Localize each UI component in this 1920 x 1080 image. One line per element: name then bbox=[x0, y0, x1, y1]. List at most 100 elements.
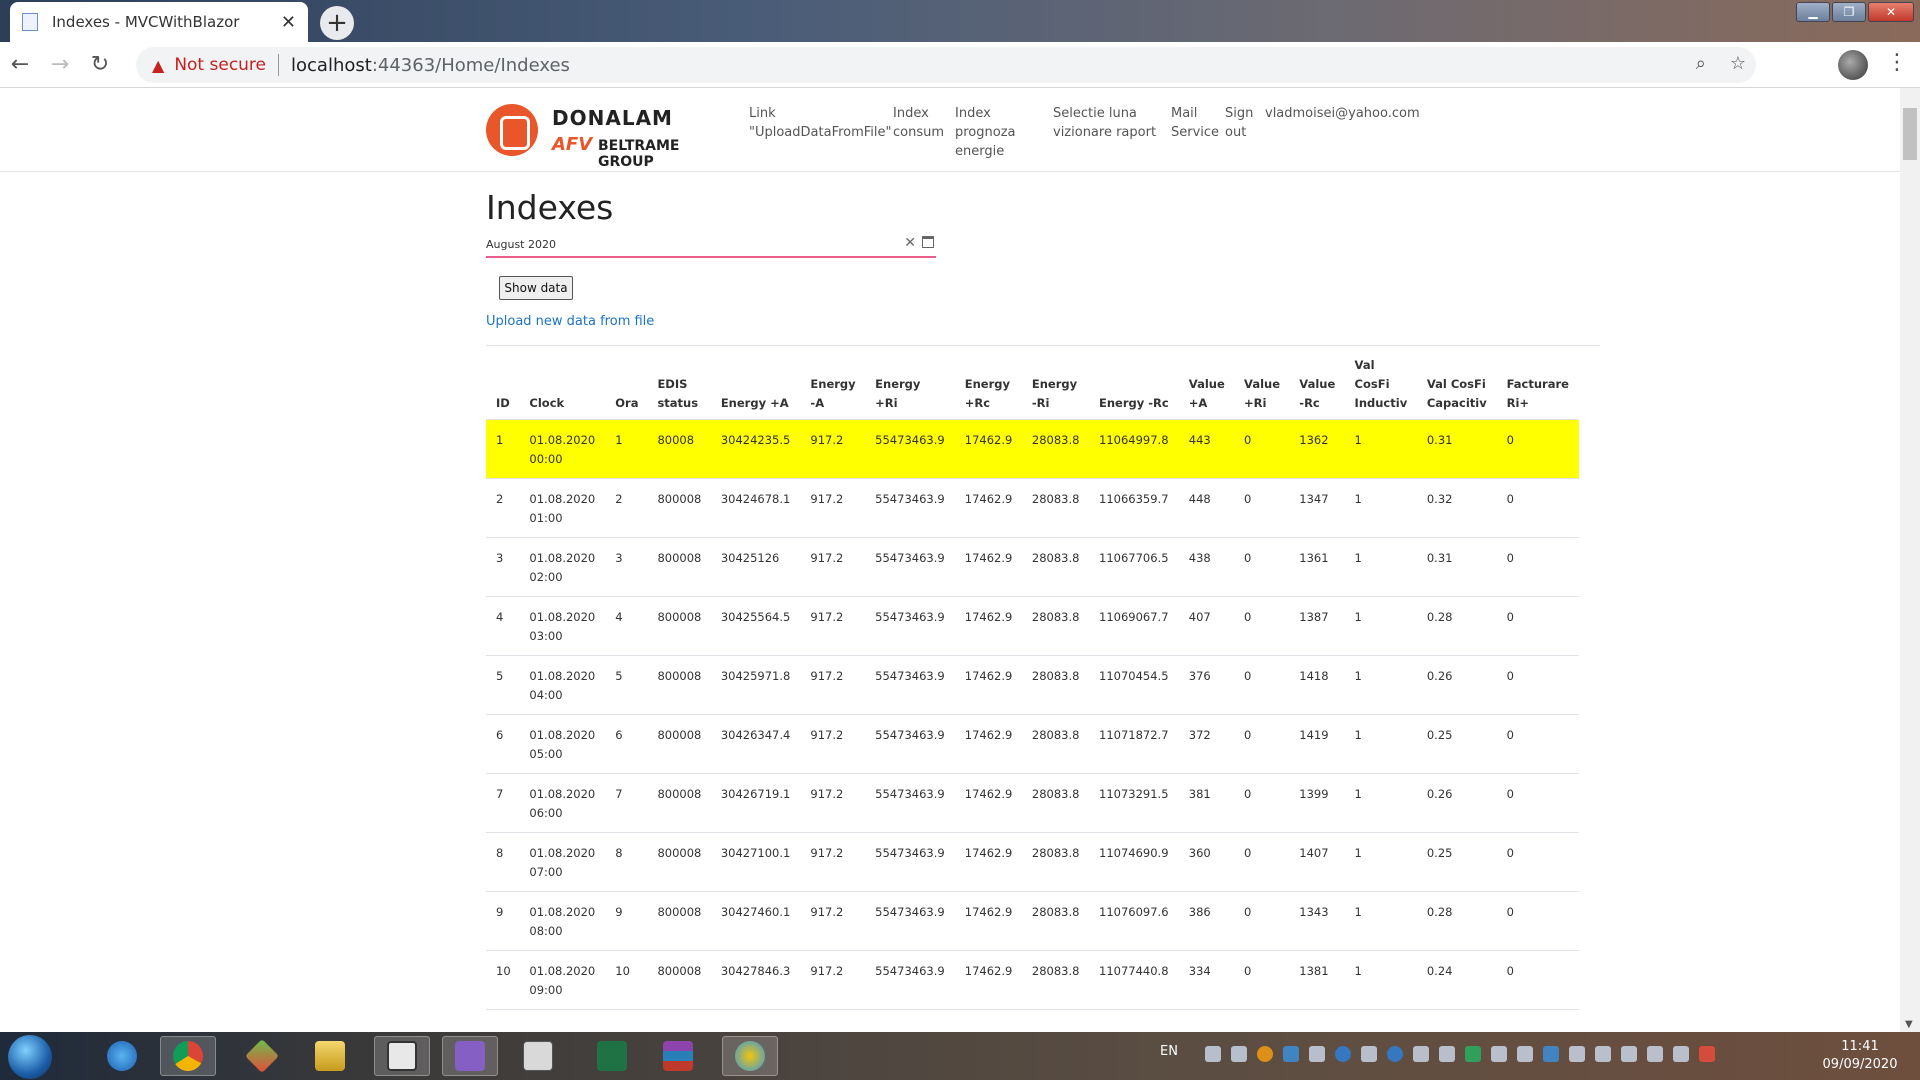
taskbar-app-db-icon[interactable] bbox=[302, 1036, 358, 1076]
nav-index-consum-line2: consum bbox=[893, 125, 945, 140]
taskbar-calculator-icon[interactable] bbox=[510, 1036, 566, 1076]
start-button[interactable] bbox=[8, 1035, 52, 1079]
column-header: Val CosFi Capacitiv bbox=[1416, 356, 1497, 420]
tray-flag-icon[interactable] bbox=[1699, 1046, 1715, 1062]
table-row[interactable]: 6 01.08.2020 05:00 6 800008 30426347.4 917.2 55… bbox=[486, 714, 1579, 774]
table-cell: 28083.8 bbox=[1021, 714, 1090, 774]
table-cell: 0 bbox=[1496, 655, 1579, 715]
maximize-button[interactable]: ❐ bbox=[1832, 2, 1866, 22]
minimize-button[interactable]: ▁ bbox=[1796, 2, 1830, 22]
table-cell: 1 bbox=[486, 419, 520, 479]
scroll-down-icon[interactable]: ▼ bbox=[1905, 1019, 1913, 1030]
taskbar-ie-icon[interactable] bbox=[94, 1036, 150, 1076]
taskbar-chrome-icon[interactable] bbox=[160, 1036, 216, 1076]
taskbar-visual-studio-icon[interactable] bbox=[442, 1036, 498, 1076]
url-host[interactable]: localhost bbox=[291, 55, 372, 76]
taskbar-app-tool-icon[interactable] bbox=[374, 1036, 430, 1076]
taskbar-app-diamond-icon[interactable] bbox=[234, 1036, 290, 1076]
tray-window-icon[interactable] bbox=[1205, 1046, 1221, 1062]
nav-index-prognoza[interactable]: Index prognoza energie bbox=[955, 104, 1016, 161]
tray-db-icon[interactable] bbox=[1231, 1046, 1247, 1062]
table-cell-line: 01.08.2020 bbox=[529, 492, 596, 506]
reload-icon[interactable]: ↻ bbox=[80, 52, 120, 77]
tray-onedrive-icon[interactable] bbox=[1283, 1046, 1299, 1062]
upload-data-link[interactable]: Upload new data from file bbox=[486, 314, 654, 329]
column-header-text: Ri+ bbox=[1506, 396, 1530, 410]
tray-usb-icon[interactable] bbox=[1439, 1046, 1455, 1062]
tray-bluetooth-icon[interactable] bbox=[1543, 1046, 1559, 1062]
nav-user-email[interactable]: vladmoisei@yahoo.com bbox=[1265, 104, 1420, 123]
table-row[interactable]: 1 01.08.2020 00:00 1 80008 30424235.5 917.2 554… bbox=[486, 419, 1579, 479]
page-scrollbar[interactable]: ▼ bbox=[1900, 88, 1920, 1032]
nav-mail-line2: Service bbox=[1171, 125, 1220, 140]
clear-icon[interactable]: ✕ bbox=[904, 235, 916, 251]
tray-monitor-icon[interactable] bbox=[1361, 1046, 1377, 1062]
table-cell: 407 bbox=[1178, 596, 1235, 656]
forward-arrow-icon[interactable]: → bbox=[40, 52, 80, 77]
table-cell: 55473463.9 bbox=[865, 950, 955, 1010]
url-path[interactable]: :44363/Home/Indexes bbox=[372, 55, 570, 76]
table-row[interactable]: 10 01.08.2020 09:00 10 800008 30427846.3 917.2… bbox=[486, 950, 1579, 1010]
tray-orange-icon[interactable] bbox=[1257, 1046, 1273, 1062]
donalam-logo[interactable]: DONALAM AFV BELTRAME GROUP bbox=[486, 104, 736, 170]
nav-index-consum[interactable]: Index consum bbox=[893, 104, 944, 142]
tray-network-icon[interactable] bbox=[1413, 1046, 1429, 1062]
table-cell: 28083.8 bbox=[1021, 419, 1090, 479]
tray-display-icon[interactable] bbox=[1595, 1046, 1611, 1062]
table-row[interactable]: 5 01.08.2020 04:00 5 800008 30425971.8 917.2 55… bbox=[486, 655, 1579, 715]
table-row[interactable]: 4 01.08.2020 03:00 4 800008 30425564.5 917.2 55… bbox=[486, 596, 1579, 656]
tray-power-icon[interactable] bbox=[1621, 1046, 1637, 1062]
table-cell: 28083.8 bbox=[1021, 596, 1090, 656]
language-indicator[interactable]: EN bbox=[1160, 1044, 1178, 1059]
taskbar-winrar-icon[interactable] bbox=[650, 1036, 706, 1076]
security-status[interactable]: Not secure bbox=[174, 55, 266, 75]
browser-menu-icon[interactable]: ⋮ bbox=[1886, 50, 1908, 75]
tray-teamviewer-icon[interactable] bbox=[1335, 1046, 1351, 1062]
tray-app-icon[interactable] bbox=[1491, 1046, 1507, 1062]
taskbar-clock[interactable]: 11:41 09/09/2020 bbox=[1810, 1038, 1910, 1074]
scrollbar-thumb[interactable] bbox=[1903, 108, 1917, 160]
table-row[interactable]: 7 01.08.2020 06:00 7 800008 30426719.1 917.2 55… bbox=[486, 773, 1579, 833]
table-row[interactable]: 8 01.08.2020 07:00 8 800008 30427100.1 917.2 55… bbox=[486, 832, 1579, 892]
table-row[interactable]: 9 01.08.2020 08:00 9 800008 30427460.1 917.2 55… bbox=[486, 891, 1579, 951]
table-cell: 17462.9 bbox=[954, 478, 1022, 538]
tray-language-icon[interactable] bbox=[1517, 1046, 1533, 1062]
nav-link-upload-line1: Link bbox=[749, 106, 776, 121]
table-cell: 0.26 bbox=[1416, 773, 1497, 833]
tray-settings-icon[interactable] bbox=[1569, 1046, 1585, 1062]
show-data-button[interactable]: Show data bbox=[499, 276, 573, 300]
nav-link-upload[interactable]: Link "UploadDataFromFile" bbox=[749, 104, 892, 142]
taskbar-paint-icon[interactable] bbox=[722, 1036, 778, 1076]
tray-blue-icon[interactable] bbox=[1387, 1046, 1403, 1062]
bookmark-star-icon[interactable]: ☆ bbox=[1730, 53, 1746, 74]
browser-tab[interactable]: Indexes - MVCWithBlazor ✕ bbox=[10, 2, 308, 42]
tray-vs-icon[interactable] bbox=[1309, 1046, 1325, 1062]
table-row[interactable]: 2 01.08.2020 01:00 2 800008 30424678.1 917.2 55… bbox=[486, 478, 1579, 538]
taskbar-excel-icon[interactable] bbox=[584, 1036, 640, 1076]
table-cell: 0.31 bbox=[1416, 537, 1497, 597]
profile-avatar[interactable] bbox=[1838, 50, 1868, 80]
table-cell: 381 bbox=[1178, 773, 1235, 833]
calendar-icon[interactable] bbox=[922, 236, 934, 248]
month-picker-input[interactable]: August 2020 ✕ bbox=[486, 232, 936, 258]
zoom-icon[interactable]: ⌕ bbox=[1696, 53, 1706, 74]
new-tab-button[interactable]: + bbox=[320, 6, 354, 40]
nav-selectie-line2: vizionare raport bbox=[1053, 125, 1157, 140]
address-bar[interactable]: ▲ Not secure localhost:44363/Home/Indexe… bbox=[136, 47, 1756, 83]
table-cell: 0.31 bbox=[1416, 419, 1497, 479]
tab-close-icon[interactable]: ✕ bbox=[281, 12, 296, 33]
nav-sign-out[interactable]: Sign out bbox=[1225, 104, 1253, 142]
back-arrow-icon[interactable]: ← bbox=[0, 52, 40, 77]
table-cell: 0.25 bbox=[1416, 714, 1497, 774]
table-cell: 01.08.2020 06:00 bbox=[519, 773, 606, 833]
indexes-table: ID Clock Ora EDIS status Energy +A Energy -A Ene… bbox=[486, 356, 1579, 1010]
table-cell-line: 01.08.2020 bbox=[529, 728, 596, 742]
table-cell: 01.08.2020 03:00 bbox=[519, 596, 606, 656]
tray-action-center-icon[interactable] bbox=[1647, 1046, 1663, 1062]
table-row[interactable]: 3 01.08.2020 02:00 3 800008 30425126 917.2 5547… bbox=[486, 537, 1579, 597]
tray-green-icon[interactable] bbox=[1465, 1046, 1481, 1062]
tray-volume-icon[interactable] bbox=[1673, 1046, 1689, 1062]
window-close-button[interactable]: ✕ bbox=[1868, 2, 1914, 22]
nav-mail-service[interactable]: Mail Service bbox=[1171, 104, 1219, 142]
nav-selectie-luna[interactable]: Selectie luna vizionare raport bbox=[1053, 104, 1156, 142]
